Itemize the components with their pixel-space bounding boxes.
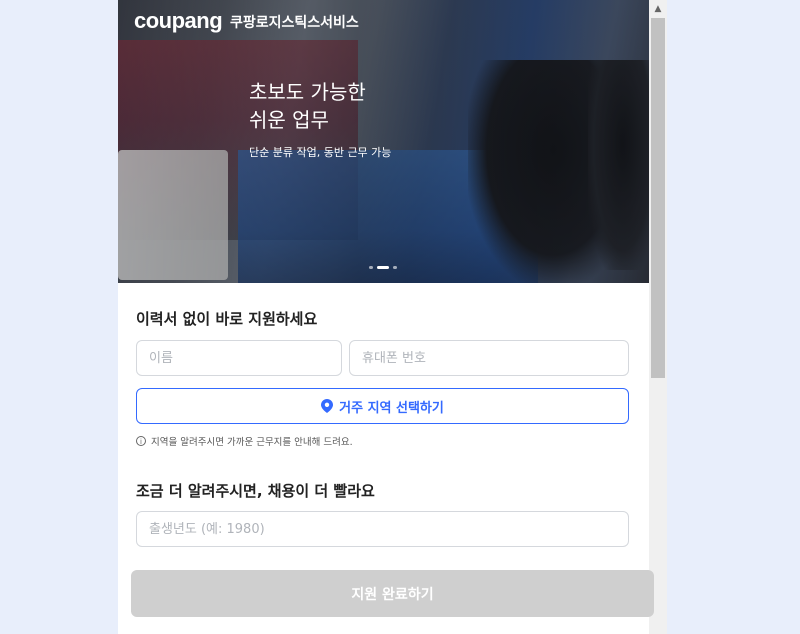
hero-overlay [118, 0, 649, 283]
hero-banner[interactable]: coupang 쿠팡로지스틱스서비스 초보도 가능한 쉬운 업무 단순 분류 작… [118, 0, 649, 283]
application-page: coupang 쿠팡로지스틱스서비스 초보도 가능한 쉬운 업무 단순 분류 작… [118, 0, 667, 634]
submit-application-button[interactable]: 지원 완료하기 [131, 570, 654, 617]
birth-year-input[interactable] [136, 511, 629, 547]
info-icon: i [136, 436, 146, 446]
section-title-more-info: 조금 더 알려주시면, 채용이 더 빨라요 [136, 482, 375, 500]
section-title-apply: 이력서 없이 바로 지원하세요 [136, 310, 318, 328]
scrollbar-thumb[interactable] [651, 18, 665, 378]
hero-subline: 단순 분류 작업, 동반 근무 가능 [249, 146, 392, 159]
hero-headline-line2: 쉬운 업무 [249, 108, 329, 132]
name-input[interactable] [136, 340, 342, 376]
select-region-label: 거주 지역 선택하기 [339, 400, 444, 416]
carousel-dot[interactable] [393, 266, 397, 269]
region-notice: i 지역을 알려주시면 가까운 근무지를 안내해 드려요. [136, 434, 353, 448]
hero-headline: 초보도 가능한 쉬운 업무 [249, 78, 366, 134]
carousel-indicator [369, 266, 397, 269]
scroll-up-arrow-icon[interactable]: ▲ [649, 0, 667, 18]
hero-headline-line1: 초보도 가능한 [249, 80, 366, 104]
carousel-dot-active[interactable] [377, 266, 389, 269]
region-notice-text: 지역을 알려주시면 가까운 근무지를 안내해 드려요. [151, 437, 353, 448]
map-pin-icon [321, 399, 334, 413]
brand-name: 쿠팡로지스틱스서비스 [230, 15, 359, 31]
carousel-dot[interactable] [369, 266, 373, 269]
coupang-logo: coupang [134, 8, 223, 33]
phone-input[interactable] [349, 340, 629, 376]
select-region-button[interactable]: 거주 지역 선택하기 [136, 388, 629, 424]
